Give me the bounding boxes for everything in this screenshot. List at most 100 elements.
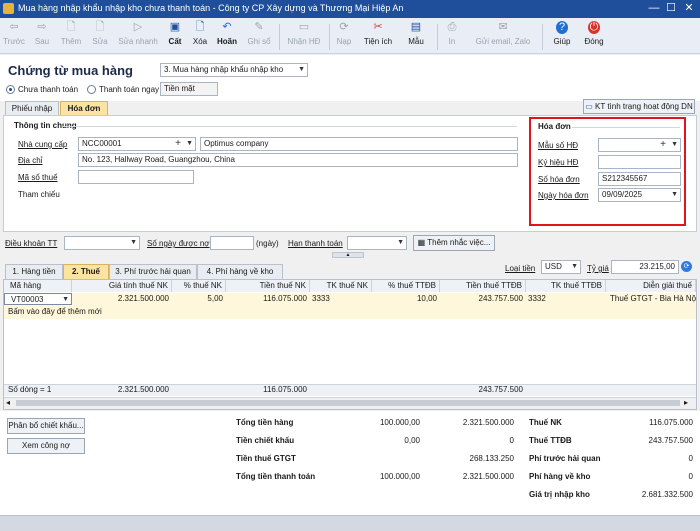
tools-icon: ✂: [373, 21, 383, 33]
arrow-left-icon: ⇦: [9, 21, 19, 33]
arrow-right-icon: ⇨: [37, 21, 47, 33]
column-header[interactable]: % thuế NK: [172, 280, 226, 292]
post-button[interactable]: ✎ Ghi sổ: [244, 20, 274, 52]
view-debt-button[interactable]: Xem công nợ: [7, 438, 85, 454]
column-header[interactable]: TK thuế TTĐB: [526, 280, 606, 292]
summary-label: Tiền thuế GTGT: [236, 454, 296, 463]
supplier-code-input[interactable]: NCC00001 + ▼: [78, 137, 196, 151]
help-button[interactable]: ? Giúp: [547, 20, 577, 52]
tab-goods-money[interactable]: 1. Hàng tiền: [5, 264, 63, 279]
tab-pre-customs-fee[interactable]: 3. Phí trước hải quan: [109, 264, 197, 279]
scroll-right-icon[interactable]: ▸: [684, 398, 688, 407]
payment-terms-select[interactable]: ▼: [64, 236, 140, 250]
table-cell: 3332: [528, 294, 546, 303]
summary-label: Phí hàng về kho: [529, 472, 591, 481]
close-circle-icon: ⏻: [588, 21, 600, 34]
tab-invoice[interactable]: Hóa đơn: [60, 101, 108, 116]
print-icon: ⎙: [447, 21, 457, 33]
prev-button[interactable]: ⇦ Trước: [2, 20, 26, 52]
add-new-hint[interactable]: Bấm vào đây để thêm mới: [8, 306, 102, 318]
app-icon: [3, 3, 14, 14]
invoice-form-select[interactable]: + ▼: [598, 138, 681, 152]
maximize-button[interactable]: ☐: [663, 1, 679, 16]
save-button[interactable]: ▣ Cất: [164, 20, 186, 52]
tab-receipt[interactable]: Phiếu nhập: [5, 101, 59, 116]
chevron-down-icon: ▼: [298, 66, 305, 73]
footer-total: 243.757.500: [478, 385, 524, 394]
summary-value: 100.000,00: [379, 472, 420, 481]
help-icon: ?: [556, 21, 568, 34]
plus-icon[interactable]: +: [175, 138, 181, 150]
table-cell: 2.321.500.000: [117, 294, 169, 303]
add-button[interactable]: 🗋 Thêm: [58, 20, 84, 52]
title-bar: Mua hàng nhập khẩu nhập kho chưa thanh t…: [0, 0, 700, 18]
delete-button[interactable]: 🗋 Xóa: [189, 20, 211, 52]
allocate-discount-button[interactable]: Phân bổ chiết khấu...: [7, 418, 85, 434]
tax-code-input[interactable]: [78, 170, 194, 184]
address-input[interactable]: No. 123, Hallway Road, Guangzhou, China: [78, 153, 518, 167]
quick-edit-button[interactable]: ▷ Sửa nhanh: [116, 20, 160, 52]
column-header[interactable]: Tiền thuế TTĐB: [440, 280, 526, 292]
tools-button[interactable]: ✂ Tiện ích: [360, 20, 396, 52]
tax-code-label: Mã số thuế: [18, 173, 58, 182]
item-code-cell[interactable]: VT00003 ▼: [4, 293, 72, 305]
summary-value: 0: [688, 472, 693, 481]
undo-icon: ↶: [222, 21, 232, 33]
invoice-date-input[interactable]: 09/09/2025 ▼: [598, 188, 681, 202]
radio-unpaid[interactable]: [6, 85, 15, 94]
edit-doc-icon: 🗋: [95, 21, 105, 33]
add-reminder-button[interactable]: ▦ Thêm nhắc việc...: [413, 235, 495, 251]
collapse-handle[interactable]: ▲: [332, 252, 364, 258]
scrollbar-thumb[interactable]: [16, 400, 680, 406]
column-header[interactable]: % thuế TTĐB: [372, 280, 440, 292]
column-header[interactable]: Giá tính thuế NK: [72, 280, 172, 292]
radio-paid[interactable]: [87, 85, 96, 94]
scroll-left-icon[interactable]: ◂: [6, 398, 10, 407]
chevron-down-icon[interactable]: ▼: [671, 139, 678, 151]
invoice-section-title: Hóa đơn: [538, 122, 571, 131]
toolbar: ⇦ Trước ⇨ Sau 🗋 Thêm 🗋 Sửa ▷ Sửa nhanh ▣ Cất 🗋…: [0, 18, 700, 54]
defer-button[interactable]: ↶ Hoãn: [214, 20, 240, 52]
due-date-input[interactable]: ▼: [347, 236, 407, 250]
column-header[interactable]: TK thuế NK: [310, 280, 372, 292]
currency-label: Loại tiền: [505, 264, 536, 273]
column-header[interactable]: Diễn giải thuế: [606, 280, 696, 292]
receive-invoice-button[interactable]: ▭ Nhận HĐ: [284, 20, 324, 52]
minimize-button[interactable]: —: [646, 1, 662, 16]
table-cell: 116.075.000: [263, 294, 307, 303]
chevron-down-icon[interactable]: ▼: [671, 189, 678, 201]
invoice-number-input[interactable]: S212345567: [598, 172, 681, 186]
reload-button[interactable]: ⟳ Nạp: [333, 20, 355, 52]
exchange-rate-input[interactable]: 23.215,00: [611, 260, 679, 274]
tab-warehouse-fee[interactable]: 4. Phí hàng về kho: [197, 264, 283, 279]
add-row[interactable]: [4, 306, 696, 319]
close-button[interactable]: ✕: [681, 1, 697, 16]
header-area: [0, 55, 700, 101]
receive-invoice-icon: ▭: [298, 21, 310, 33]
due-date-label: Hạn thanh toán: [288, 239, 343, 248]
column-header[interactable]: Tiền thuế NK: [226, 280, 310, 292]
tab-tax[interactable]: 2. Thuế: [63, 264, 109, 279]
payment-method-field[interactable]: Tiền mặt: [160, 82, 218, 96]
supplier-name-input[interactable]: Optimus company: [200, 137, 518, 151]
plus-icon[interactable]: +: [660, 139, 666, 151]
template-button[interactable]: ▤ Mẫu: [401, 20, 431, 52]
debt-days-input[interactable]: [210, 236, 254, 250]
footer-total: 116.075.000: [263, 385, 307, 394]
chevron-down-icon: ▼: [397, 239, 404, 246]
send-icon: ✉: [498, 21, 508, 33]
save-icon: ▣: [169, 21, 181, 33]
print-button[interactable]: ⎙ In: [441, 20, 463, 52]
footer-total: 2.321.500.000: [117, 385, 169, 394]
column-header[interactable]: Mã hàng: [4, 280, 72, 292]
close-form-button[interactable]: ⏻ Đóng: [582, 20, 606, 52]
refresh-rate-icon[interactable]: ⟳: [681, 261, 692, 272]
chevron-down-icon[interactable]: ▼: [186, 138, 193, 150]
check-status-button[interactable]: ▭ KT tình trạng hoạt động DN: [583, 99, 695, 114]
voucher-type-select[interactable]: 3. Mua hàng nhập khẩu nhập kho ▼: [160, 63, 308, 77]
currency-select[interactable]: USD ▼: [541, 260, 581, 274]
invoice-symbol-input[interactable]: [598, 155, 681, 169]
send-button[interactable]: ✉ Gửi email, Zalo: [470, 20, 536, 52]
next-button[interactable]: ⇨ Sau: [30, 20, 54, 52]
edit-button[interactable]: 🗋 Sửa: [88, 20, 112, 52]
